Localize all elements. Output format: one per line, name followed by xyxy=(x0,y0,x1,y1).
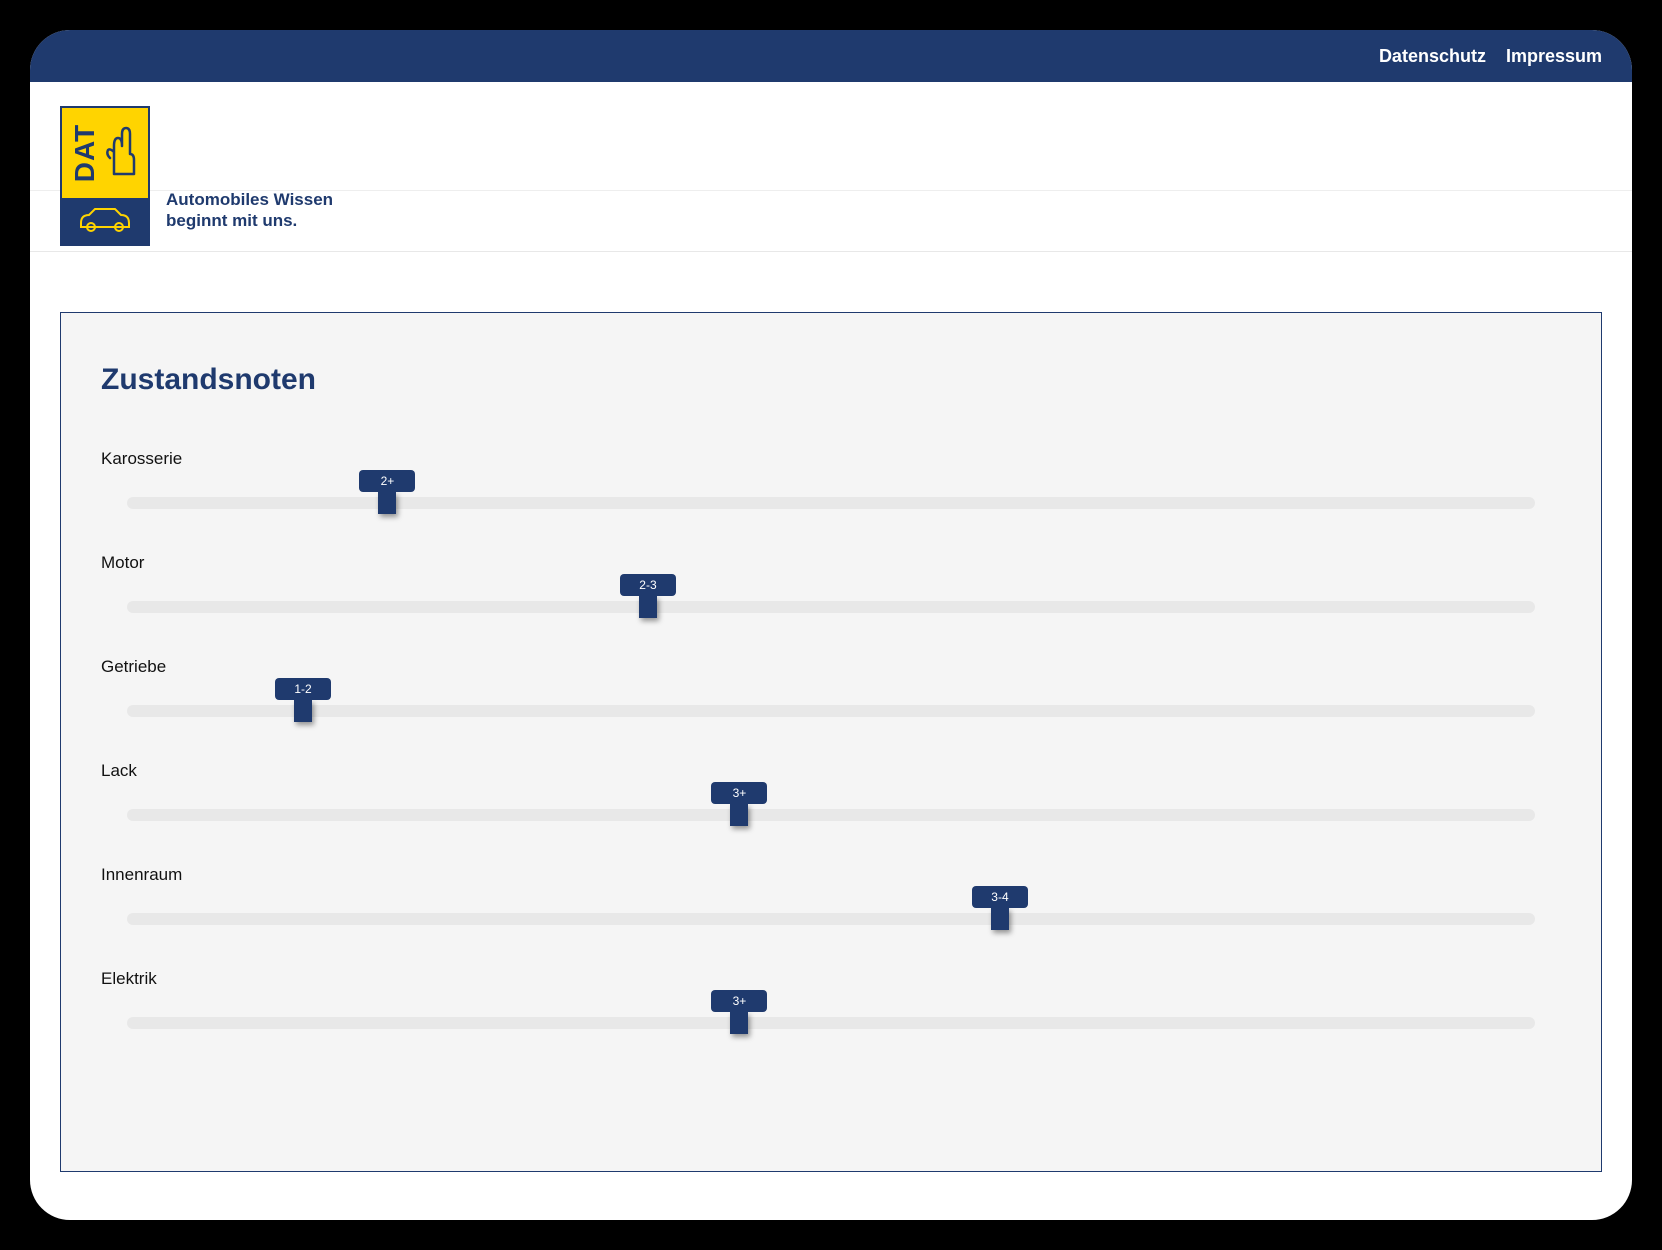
slider-label: Motor xyxy=(101,553,1561,573)
slider-value-tooltip: 3+ xyxy=(711,782,767,804)
slider-track-wrap: 3+ xyxy=(101,1017,1561,1029)
slider-value-tooltip: 2+ xyxy=(359,470,415,492)
slider-track[interactable]: 2-3 xyxy=(127,601,1535,613)
dat-logo: DAT xyxy=(60,106,150,246)
logo-acronym: DAT xyxy=(69,124,101,182)
zustandsnoten-panel: Zustandsnoten Karosserie2+Motor2-3Getrie… xyxy=(60,312,1602,1172)
slider-group: Karosserie2+ xyxy=(101,449,1561,509)
slider-value-tooltip: 2-3 xyxy=(620,574,676,596)
tagline-line-2: beginnt mit uns. xyxy=(166,210,333,231)
slider-label: Lack xyxy=(101,761,1561,781)
slider-group: Innenraum3-4 xyxy=(101,865,1561,925)
slider-track-wrap: 2+ xyxy=(101,497,1561,509)
slider-handle[interactable]: 3+ xyxy=(730,804,748,826)
slider-track[interactable]: 3+ xyxy=(127,1017,1535,1029)
slider-handle[interactable]: 1-2 xyxy=(294,700,312,722)
slider-track-wrap: 3-4 xyxy=(101,913,1561,925)
slider-group: Elektrik3+ xyxy=(101,969,1561,1029)
slider-value-tooltip: 3+ xyxy=(711,990,767,1012)
logo-block: DAT xyxy=(60,106,333,246)
slider-track[interactable]: 3+ xyxy=(127,809,1535,821)
hand-icon xyxy=(104,124,138,181)
logo-upper: DAT xyxy=(62,108,148,199)
app-window: Datenschutz Impressum DAT xyxy=(30,30,1632,1220)
logo-lower xyxy=(62,198,148,243)
slider-label: Karosserie xyxy=(101,449,1561,469)
slider-handle[interactable]: 3+ xyxy=(730,1012,748,1034)
slider-track-wrap: 2-3 xyxy=(101,601,1561,613)
slider-handle[interactable]: 2+ xyxy=(378,492,396,514)
slider-track[interactable]: 3-4 xyxy=(127,913,1535,925)
slider-label: Elektrik xyxy=(101,969,1561,989)
slider-value-tooltip: 1-2 xyxy=(275,678,331,700)
top-nav-bar: Datenschutz Impressum xyxy=(30,30,1632,82)
slider-handle[interactable]: 2-3 xyxy=(639,596,657,618)
logo-tagline: Automobiles Wissen beginnt mit uns. xyxy=(166,189,333,246)
imprint-link[interactable]: Impressum xyxy=(1506,46,1602,67)
slider-value-tooltip: 3-4 xyxy=(972,886,1028,908)
slider-label: Getriebe xyxy=(101,657,1561,677)
slider-track-wrap: 3+ xyxy=(101,809,1561,821)
slider-track-wrap: 1-2 xyxy=(101,705,1561,717)
car-icon xyxy=(75,203,135,238)
slider-track[interactable]: 2+ xyxy=(127,497,1535,509)
content-area: Zustandsnoten Karosserie2+Motor2-3Getrie… xyxy=(30,252,1632,1172)
slider-group: Getriebe1-2 xyxy=(101,657,1561,717)
panel-title: Zustandsnoten xyxy=(101,363,1561,397)
header: DAT xyxy=(30,82,1632,252)
tagline-line-1: Automobiles Wissen xyxy=(166,189,333,210)
slider-group: Lack3+ xyxy=(101,761,1561,821)
slider-group: Motor2-3 xyxy=(101,553,1561,613)
slider-handle[interactable]: 3-4 xyxy=(991,908,1009,930)
privacy-link[interactable]: Datenschutz xyxy=(1379,46,1486,67)
sliders-container: Karosserie2+Motor2-3Getriebe1-2Lack3+Inn… xyxy=(101,449,1561,1029)
slider-label: Innenraum xyxy=(101,865,1561,885)
slider-track[interactable]: 1-2 xyxy=(127,705,1535,717)
